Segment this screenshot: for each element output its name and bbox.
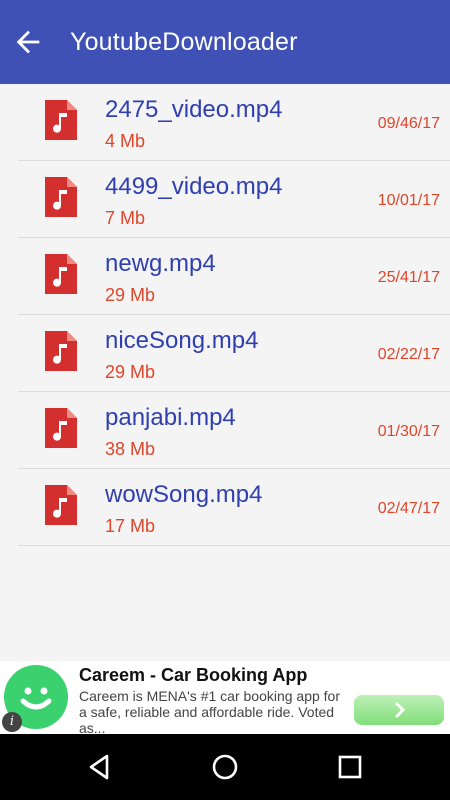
audio-file-icon	[45, 331, 77, 371]
file-size: 29 Mb	[105, 362, 156, 382]
list-item[interactable]: niceSong.mp4 29 Mb 02/22/17	[18, 315, 450, 392]
nav-home-icon[interactable]	[209, 751, 241, 783]
arrow-left-icon	[16, 30, 40, 54]
audio-file-icon	[45, 408, 77, 448]
back-button[interactable]	[0, 0, 56, 84]
file-name: wowSong.mp4	[105, 481, 263, 508]
ad-banner[interactable]: i Careem - Car Booking App Careem is MEN…	[0, 661, 450, 736]
ad-info-icon[interactable]: i	[2, 712, 22, 732]
audio-file-icon	[45, 100, 77, 140]
system-nav-bar	[0, 734, 450, 800]
file-date: 01/30/17	[377, 423, 440, 440]
audio-file-icon	[45, 177, 77, 217]
chevron-right-icon	[394, 701, 406, 719]
file-name: newg.mp4	[105, 250, 216, 277]
list-item[interactable]: wowSong.mp4 17 Mb 02/47/17	[18, 469, 450, 546]
file-name: 4499_video.mp4	[105, 173, 283, 200]
file-list: 2475_video.mp4 4 Mb 09/46/17 4499_video.…	[18, 84, 450, 546]
list-item[interactable]: 4499_video.mp4 7 Mb 10/01/17	[18, 161, 450, 238]
file-date: 09/46/17	[377, 115, 440, 132]
ad-title: Careem - Car Booking App	[79, 665, 308, 685]
file-size: 38 Mb	[105, 439, 156, 459]
file-size: 17 Mb	[105, 516, 156, 536]
file-date: 25/41/17	[377, 269, 440, 286]
app-bar: YoutubeDownloader	[0, 0, 450, 84]
nav-recents-icon[interactable]	[334, 751, 366, 783]
file-name: panjabi.mp4	[105, 404, 236, 431]
file-name: niceSong.mp4	[105, 327, 259, 354]
ad-description: Careem is MENA's #1 car booking app for …	[79, 688, 341, 736]
file-size: 4 Mb	[105, 131, 146, 151]
app-title: YoutubeDownloader	[70, 27, 298, 56]
ad-open-button[interactable]	[354, 695, 444, 725]
file-size: 7 Mb	[105, 208, 146, 228]
file-name: 2475_video.mp4	[105, 96, 283, 123]
list-item[interactable]: 2475_video.mp4 4 Mb 09/46/17	[18, 84, 450, 161]
audio-file-icon	[45, 485, 77, 525]
list-item[interactable]: newg.mp4 29 Mb 25/41/17	[18, 238, 450, 315]
file-date: 02/47/17	[377, 500, 440, 517]
audio-file-icon	[45, 254, 77, 294]
nav-back-icon[interactable]	[84, 751, 116, 783]
list-item[interactable]: panjabi.mp4 38 Mb 01/30/17	[18, 392, 450, 469]
file-date: 10/01/17	[377, 192, 440, 209]
file-size: 29 Mb	[105, 285, 156, 305]
file-date: 02/22/17	[377, 346, 440, 363]
